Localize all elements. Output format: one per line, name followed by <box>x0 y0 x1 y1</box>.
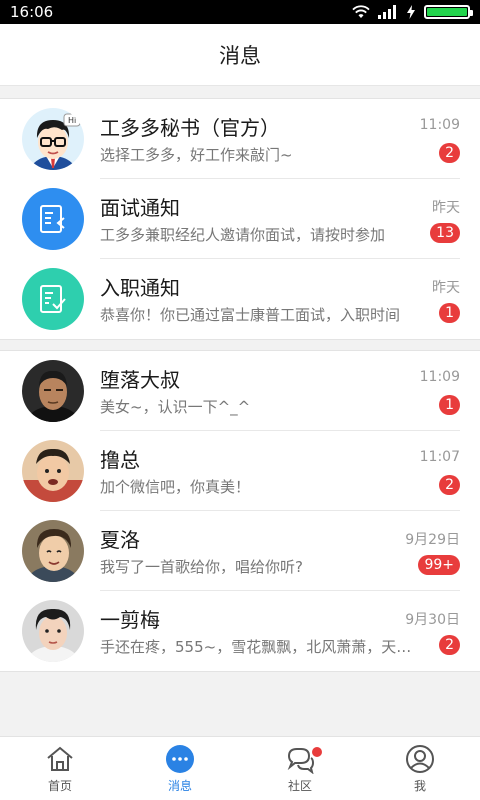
chat-name: 一剪梅 <box>100 608 160 632</box>
charging-icon <box>407 5 415 19</box>
message-time: 昨天 <box>432 200 460 216</box>
assistant-avatar-icon: Hi <box>22 108 84 170</box>
home-icon <box>47 746 73 771</box>
unread-badge: 2 <box>439 143 460 163</box>
tab-label: 消息 <box>167 778 192 793</box>
user-avatar <box>22 600 84 662</box>
message-row-assistant[interactable]: Hi 工多多秘书（官方） 选择工多多，好工作来敲门~ 11:09 2 <box>0 99 480 179</box>
unread-badge: 2 <box>439 475 460 495</box>
message-time: 昨天 <box>432 280 460 296</box>
tab-messages[interactable]: 消息 <box>120 737 240 800</box>
chat-list: 堕落大叔 美女~，认识一下^_^ 11:09 1 撸总 加个微信吧，你真美！ 1… <box>0 350 480 672</box>
community-icon <box>287 747 315 774</box>
tab-profile[interactable]: 我 <box>360 737 480 800</box>
chat-row[interactable]: 夏洛 我写了一首歌给你，唱给你听? 9月29日 99+ <box>0 511 480 591</box>
chat-preview: 我写了一首歌给你，唱给你听? <box>100 558 303 576</box>
chat-time: 11:07 <box>419 449 460 465</box>
bottom-tab-bar: 首页 消息 社区 我 <box>0 736 480 800</box>
onboard-notice-icon <box>40 285 66 313</box>
user-avatar <box>22 360 84 422</box>
chat-time: 9月30日 <box>405 612 460 628</box>
tab-community[interactable]: 社区 <box>240 737 360 800</box>
message-preview: 选择工多多，好工作来敲门~ <box>100 146 293 164</box>
assistant-avatar: Hi <box>22 108 84 170</box>
message-row-onboard[interactable]: 入职通知 恭喜你！你已通过富士康普工面试，入职时间 昨天 1 <box>0 259 480 339</box>
message-name: 工多多秘书（官方） <box>100 116 280 140</box>
tab-label: 我 <box>413 778 426 793</box>
chat-name: 堕落大叔 <box>100 368 180 392</box>
interview-notice-avatar <box>22 188 84 250</box>
page-header: 消息 <box>0 24 480 86</box>
message-name: 入职通知 <box>100 276 180 300</box>
user-avatar <box>22 440 84 502</box>
status-time: 16:06 <box>10 3 54 21</box>
tab-label: 社区 <box>287 778 312 793</box>
status-icons <box>352 5 473 19</box>
message-preview: 恭喜你！你已通过富士康普工面试，入职时间 <box>100 306 401 324</box>
chat-row[interactable]: 堕落大叔 美女~，认识一下^_^ 11:09 1 <box>0 351 480 431</box>
battery-icon <box>424 5 473 19</box>
message-preview: 工多多兼职经纪人邀请你面试，请按时参加 <box>100 226 386 244</box>
user-avatar <box>22 520 84 582</box>
onboard-notice-avatar <box>22 268 84 330</box>
chat-time: 11:09 <box>419 369 460 385</box>
message-row-interview[interactable]: 面试通知 工多多兼职经纪人邀请你面试，请按时参加 昨天 13 <box>0 179 480 259</box>
page-title: 消息 <box>219 43 261 68</box>
unread-badge: 2 <box>439 635 460 655</box>
tab-home[interactable]: 首页 <box>0 737 120 800</box>
interview-notice-icon <box>40 205 65 233</box>
system-message-list: Hi 工多多秘书（官方） 选择工多多，好工作来敲门~ 11:09 2 面试通知 … <box>0 98 480 340</box>
chat-name: 夏洛 <box>100 528 140 552</box>
chat-time: 9月29日 <box>405 532 460 548</box>
chat-preview: 加个微信吧，你真美！ <box>100 478 251 496</box>
chat-preview: 手还在疼，555~，雪花飘飘，北风萧萧，天地一片苍茫 <box>100 638 414 656</box>
chat-name: 撸总 <box>100 448 140 472</box>
wifi-icon <box>352 5 370 18</box>
notification-dot <box>312 747 322 757</box>
chat-row[interactable]: 一剪梅 手还在疼，555~，雪花飘飘，北风萧萧，天地一片苍茫 9月30日 2 <box>0 591 480 671</box>
status-bar: 16:06 <box>0 0 480 24</box>
tab-label: 首页 <box>47 778 72 793</box>
unread-badge: 1 <box>439 303 460 323</box>
unread-badge: 1 <box>439 395 460 415</box>
svg-text:Hi: Hi <box>68 116 76 125</box>
profile-icon <box>406 744 434 773</box>
message-time: 11:09 <box>419 117 460 133</box>
unread-badge: 13 <box>430 223 460 243</box>
signal-icon <box>378 5 396 19</box>
chat-preview: 美女~，认识一下^_^ <box>100 398 251 416</box>
chat-row[interactable]: 撸总 加个微信吧，你真美！ 11:07 2 <box>0 431 480 511</box>
unread-badge: 99+ <box>418 555 460 575</box>
message-icon <box>166 744 194 773</box>
message-name: 面试通知 <box>100 196 180 220</box>
